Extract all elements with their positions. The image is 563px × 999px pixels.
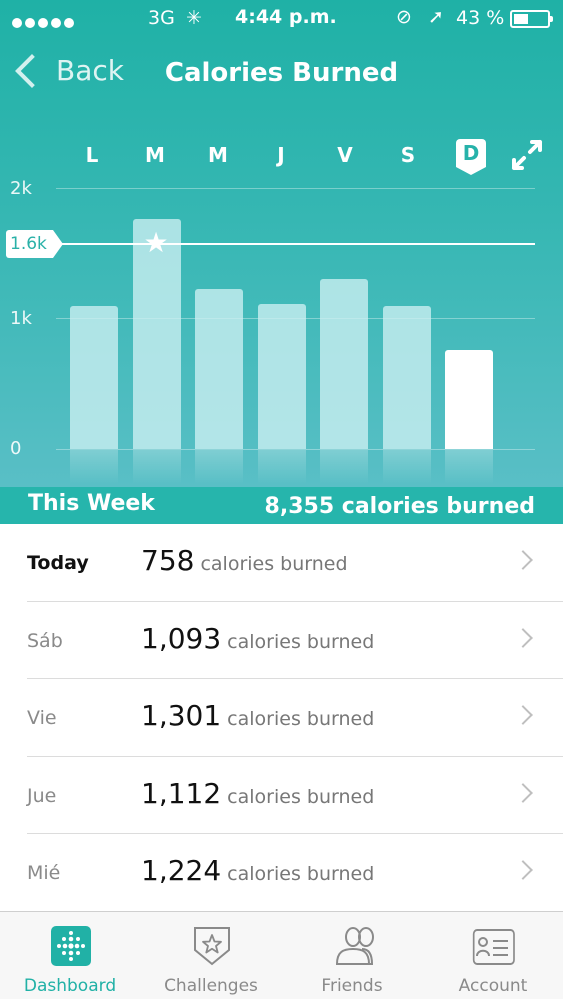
list-item-unit: calories burned	[227, 863, 375, 885]
list-item-value: 758	[141, 544, 195, 577]
chevron-right-icon	[513, 627, 533, 648]
chart-bar[interactable]	[195, 289, 243, 449]
chart-bar-reflection	[382, 450, 431, 484]
chart-bar-reflection	[445, 450, 493, 484]
tab-bar: Dashboard Challenges Friends Account	[0, 911, 563, 999]
list-item-value: 1,224	[141, 854, 222, 887]
dashboard-icon	[51, 926, 91, 966]
list-item[interactable]: Jue 1,112 calories burned	[27, 757, 563, 834]
list-item-unit: calories burned	[227, 708, 375, 730]
list-item-day: Mié	[27, 862, 61, 884]
chart-bar[interactable]	[257, 303, 306, 449]
chart-bar[interactable]	[382, 306, 431, 449]
chart-bar-reflection	[70, 450, 118, 484]
tab-account[interactable]: Account	[423, 912, 563, 999]
daily-list: Today 758 calories burned Sáb 1,093 calori…	[0, 524, 563, 912]
tab-label: Friends	[321, 976, 383, 996]
week-summary-label: This Week	[28, 491, 155, 516]
goal-line	[56, 243, 535, 245]
week-summary: This Week 8,355 calories burned	[0, 487, 563, 524]
list-item-value: 1,093	[141, 621, 222, 655]
list-item[interactable]: Vie 1,301 calories burned	[27, 679, 563, 757]
challenges-icon	[194, 927, 230, 966]
list-item-unit: calories burned	[227, 630, 375, 653]
list-item-value: 1,112	[141, 776, 222, 810]
list-item-value-wrap: 1,301 calories burned	[141, 699, 374, 732]
tab-dashboard[interactable]: Dashboard	[0, 912, 140, 999]
chart-bar-reflection	[195, 450, 243, 484]
goal-label: 1.6k	[6, 230, 63, 258]
list-item[interactable]: Today 758 calories burned	[27, 524, 563, 602]
list-item-value-wrap: 1,112 calories burned	[141, 777, 374, 810]
list-item-day: Vie	[27, 707, 57, 729]
chart-bar[interactable]	[445, 350, 493, 449]
list-item-day: Sáb	[27, 629, 63, 652]
chart-bar[interactable]	[320, 279, 368, 449]
chevron-right-icon	[513, 782, 533, 803]
tab-label: Account	[458, 976, 528, 996]
friends-icon	[335, 927, 374, 965]
week-summary-total: 8,355 calories burned	[264, 494, 535, 519]
tab-friends[interactable]: Friends	[282, 912, 422, 999]
chevron-right-icon	[513, 550, 533, 570]
list-item-day: Today	[27, 552, 89, 574]
tab-label: Challenges	[164, 976, 258, 996]
chart-bar[interactable]	[70, 306, 118, 449]
chart-bar-reflection	[257, 450, 306, 484]
list-item-value-wrap: 758 calories burned	[141, 544, 348, 577]
chart-bar-reflection	[320, 450, 368, 484]
list-item-value-wrap: 1,093 calories burned	[141, 622, 374, 655]
list-item-unit: calories burned	[200, 553, 348, 575]
chart-panel: 3G ✳ 4:44 p.m. ⊘ ➚ 43 % Back Calories Bu…	[0, 0, 563, 487]
tab-label: Dashboard	[23, 976, 117, 996]
list-item-day: Jue	[27, 784, 57, 807]
chart-bar-reflection	[132, 450, 181, 484]
list-item-value: 1,301	[141, 699, 222, 732]
chevron-right-icon	[513, 860, 533, 880]
list-item-unit: calories burned	[227, 785, 375, 808]
list-item[interactable]: Mié 1,224 calories burned	[27, 834, 563, 912]
tab-challenges[interactable]: Challenges	[141, 912, 281, 999]
list-item-value-wrap: 1,224 calories burned	[141, 854, 374, 887]
chevron-right-icon	[513, 705, 533, 725]
account-icon	[472, 929, 515, 965]
list-item[interactable]: Sáb 1,093 calories burned	[27, 602, 563, 679]
